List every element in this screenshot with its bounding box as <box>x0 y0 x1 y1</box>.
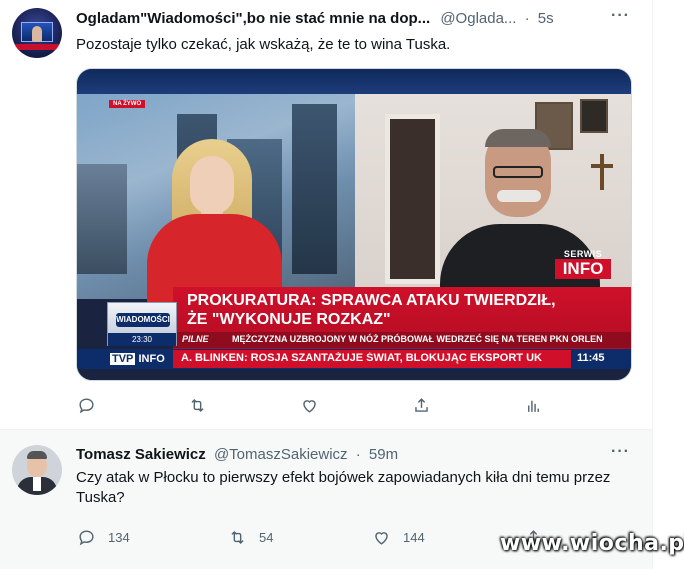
urgent-label: PILNE <box>182 334 209 344</box>
reply-button[interactable]: 134 <box>77 528 130 547</box>
broadcast-top-strip <box>77 69 631 94</box>
anchor-face-graphic <box>190 156 234 214</box>
ticker-text: A. BLINKEN: ROSJA SZANTAŻUJE ŚWIAT, BLOK… <box>181 352 542 364</box>
cross-icon <box>600 154 604 190</box>
red-bar-graphic <box>12 44 62 50</box>
watermark: www.wiocha.pl <box>500 531 684 556</box>
serwis-info-logo: SERWIS INFO <box>555 249 611 283</box>
headline-line-1: PROKURATURA: SPRAWCA ATAKU TWIERDZIŁ, <box>187 292 556 309</box>
timestamp[interactable]: 59m <box>369 446 398 463</box>
tweet-text: Czy atak w Płocku to pierwszy efekt bojó… <box>76 469 611 506</box>
program-clock: 23:30 <box>108 333 176 346</box>
tweet-1[interactable]: Ogladam"Wiadomości",bo nie stać mnie na … <box>0 0 652 430</box>
separator-dot: · <box>524 10 530 27</box>
tweet-header: Ogladam"Wiadomości",bo nie stać mnie na … <box>76 9 554 29</box>
retweet-button[interactable]: 54 <box>228 528 273 547</box>
handle[interactable]: @Oglada... <box>440 10 516 27</box>
broadcast-bottom-strip <box>77 369 631 380</box>
more-options-icon[interactable]: ··· <box>611 443 630 461</box>
channel-tv: TVP <box>110 353 136 365</box>
heart-icon <box>375 532 388 545</box>
moustache-graphic <box>497 190 541 202</box>
display-name[interactable]: Tomasz Sakiewicz <box>76 446 206 463</box>
retweet-count: 54 <box>259 530 274 545</box>
share-icon <box>415 398 428 412</box>
program-logo: WIADOMOŚCI 23:30 <box>107 302 177 346</box>
handle[interactable]: @TomaszSakiewicz <box>214 446 348 463</box>
like-button[interactable]: 144 <box>372 528 425 547</box>
serwis-label: SERWIS <box>563 249 603 259</box>
heart-icon <box>303 400 316 413</box>
building-graphic <box>292 104 337 274</box>
retweet-icon <box>231 530 244 545</box>
avatar[interactable] <box>12 8 62 58</box>
info-label: INFO <box>555 259 611 279</box>
reply-count: 134 <box>108 530 130 545</box>
like-count: 144 <box>403 530 425 545</box>
building-graphic <box>77 164 127 274</box>
studio-panel <box>77 94 355 324</box>
guest-hair-graphic <box>485 129 551 147</box>
display-name[interactable]: Ogladam"Wiadomości",bo nie stać mnie na … <box>76 10 430 27</box>
tweet-text: Pozostaje tylko czekać, jak wskażą, że t… <box>76 36 451 53</box>
reply-button[interactable] <box>77 396 96 415</box>
glasses-graphic <box>493 166 543 178</box>
retweet-icon <box>191 398 204 413</box>
live-badge: NA ŻYWO <box>109 100 146 108</box>
more-options-icon[interactable]: ··· <box>611 7 630 25</box>
urgent-text: MĘŻCZYZNA UZBROJONY W NÓŻ PRÓBOWAŁ WEDRZ… <box>232 334 603 344</box>
tweet-media-image[interactable]: NA ŻYWO SERWIS INFO PROKURATURA: SPRAWCA… <box>76 68 632 381</box>
analytics-button[interactable] <box>524 396 543 415</box>
hair-graphic <box>27 451 47 459</box>
program-logo-text: WIADOMOŚCI <box>116 313 170 327</box>
presenter-graphic <box>32 26 42 42</box>
wall-picture-graphic <box>580 99 608 133</box>
like-button[interactable] <box>300 396 319 415</box>
reply-icon <box>79 398 94 414</box>
ticker-time: 11:45 <box>577 352 605 364</box>
separator-dot: · <box>355 446 361 463</box>
cross-icon <box>591 164 613 168</box>
analytics-icon <box>528 400 539 412</box>
shirt-graphic <box>33 477 41 491</box>
door-graphic <box>385 114 440 284</box>
column-border <box>652 0 653 569</box>
headline: PROKURATURA: SPRAWCA ATAKU TWIERDZIŁ, ŻE… <box>187 291 556 329</box>
channel-info: INFO <box>138 353 165 365</box>
avatar[interactable] <box>12 445 62 495</box>
headline-line-2: ŻE "WYKONUJE ROZKAZ" <box>187 311 391 328</box>
channel-logo: TVP INFO <box>110 351 165 367</box>
retweet-button[interactable] <box>188 396 207 415</box>
tweet-header: Tomasz Sakiewicz @TomaszSakiewicz · 59m <box>76 445 398 465</box>
share-button[interactable] <box>412 396 431 415</box>
reply-icon <box>79 530 94 546</box>
timestamp[interactable]: 5s <box>538 10 554 27</box>
